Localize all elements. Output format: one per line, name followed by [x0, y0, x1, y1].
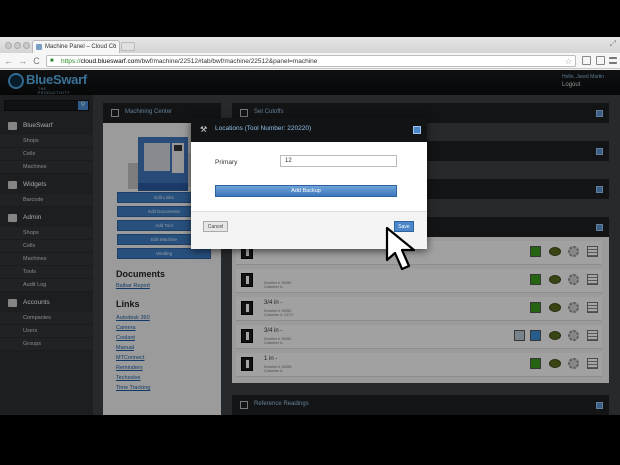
- new-tab-button[interactable]: [121, 42, 135, 51]
- back-button[interactable]: ←: [4, 56, 13, 66]
- window-zoom-button[interactable]: [23, 42, 30, 49]
- fullscreen-icon[interactable]: ⤢: [610, 39, 616, 49]
- tool-icon: ⚒: [200, 125, 208, 134]
- browser-titlebar: Machine Panel – Cloud Co × ⤢: [0, 37, 620, 53]
- modal-title: Locations (Tool Number: 220220): [215, 125, 312, 132]
- tab-title: Machine Panel – Cloud Co: [45, 44, 117, 50]
- bookmark-star-icon[interactable]: ☆: [565, 57, 572, 66]
- window-close-button[interactable]: [5, 42, 12, 49]
- window-minimize-button[interactable]: [14, 42, 21, 49]
- url-path: /bwf/machine/22512#tab/bwf/machine/22512…: [139, 58, 318, 65]
- reload-button[interactable]: C: [32, 56, 41, 66]
- modal-close-button[interactable]: [413, 126, 421, 134]
- lock-icon: ■: [50, 58, 54, 64]
- primary-label: Primary: [215, 159, 238, 166]
- address-bar[interactable]: ■ https://cloud.blueswarf.com/bwf/machin…: [46, 55, 576, 67]
- favicon-icon: [36, 44, 42, 50]
- browser-tab[interactable]: Machine Panel – Cloud Co ×: [32, 40, 120, 53]
- forward-button[interactable]: →: [18, 56, 27, 66]
- primary-input[interactable]: 12: [280, 155, 397, 167]
- url-host: cloud.blueswarf.com: [80, 58, 140, 65]
- mouse-pointer-icon: [385, 226, 416, 271]
- add-backup-button[interactable]: Add Backup: [215, 185, 397, 197]
- tab-close-icon[interactable]: ×: [112, 43, 116, 49]
- cancel-button[interactable]: Cancel: [203, 221, 228, 232]
- browser-toolbar: ← → C ■ https://cloud.blueswarf.com/bwf/…: [0, 53, 620, 69]
- cast-icon[interactable]: [596, 56, 605, 65]
- modal-header: ⚒ Locations (Tool Number: 220220): [191, 118, 427, 142]
- extension-icon[interactable]: [582, 56, 591, 65]
- url-scheme: https://: [61, 58, 81, 65]
- menu-icon[interactable]: [609, 57, 617, 64]
